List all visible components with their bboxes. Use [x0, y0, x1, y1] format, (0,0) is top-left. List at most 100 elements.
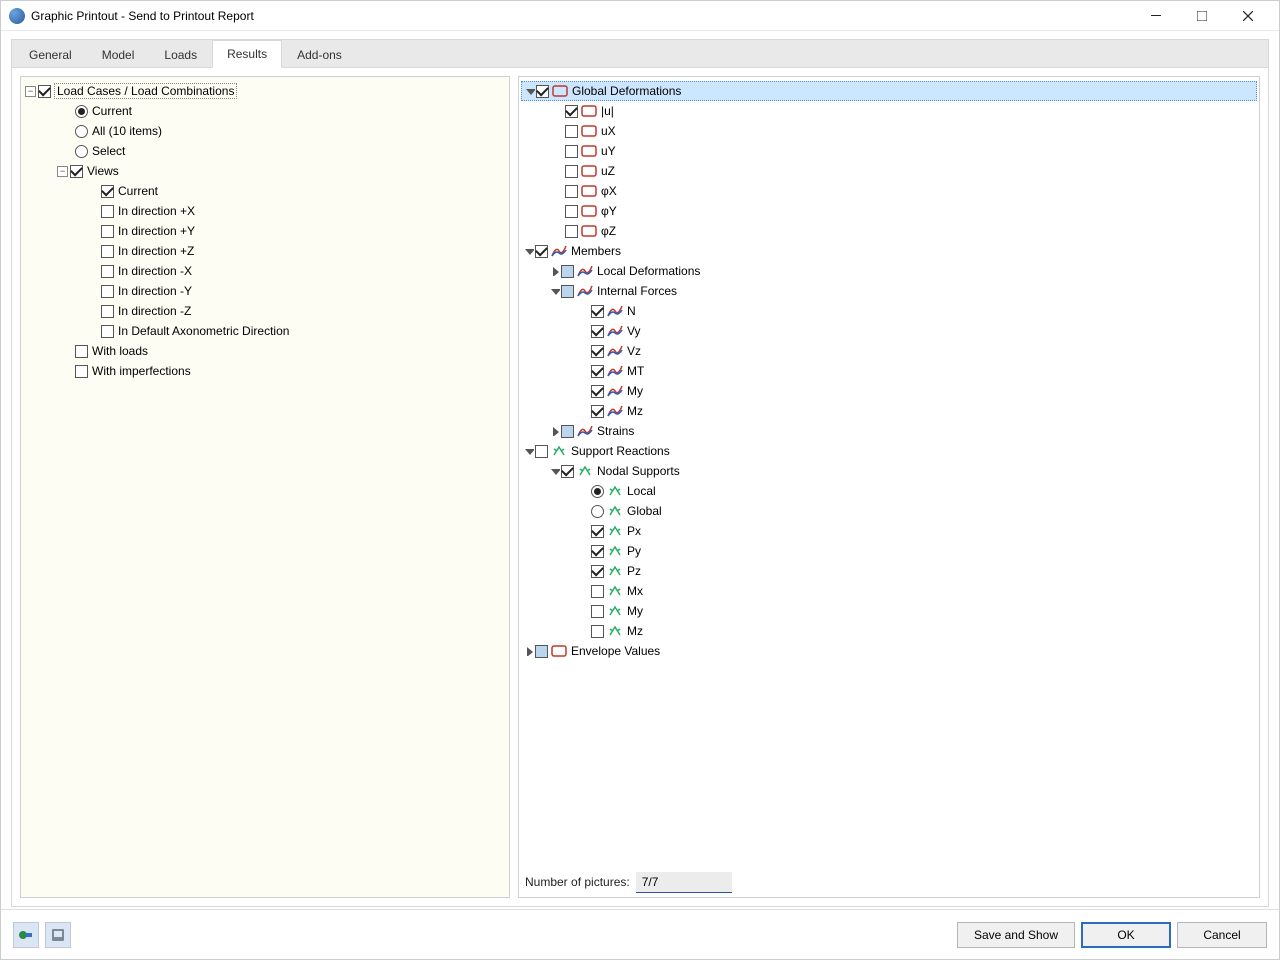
- check-with-imperf[interactable]: With imperfections: [23, 361, 507, 381]
- checkbox[interactable]: [535, 645, 548, 658]
- check-uy[interactable]: uY: [521, 141, 1257, 161]
- check-my[interactable]: My: [521, 381, 1257, 401]
- node-internal-forces[interactable]: Internal Forces: [521, 281, 1257, 301]
- chevron-down-icon[interactable]: [549, 465, 561, 477]
- minimize-button[interactable]: [1133, 1, 1179, 31]
- radio-global[interactable]: Global: [521, 501, 1257, 521]
- checkbox[interactable]: [75, 345, 88, 358]
- check-phiy[interactable]: φY: [521, 201, 1257, 221]
- checkbox[interactable]: [565, 225, 578, 238]
- node-envelope-values[interactable]: Envelope Values: [521, 641, 1257, 661]
- cancel-button[interactable]: Cancel: [1177, 922, 1267, 948]
- checkbox[interactable]: [591, 605, 604, 618]
- radio[interactable]: [75, 125, 88, 138]
- checkbox[interactable]: [565, 105, 578, 118]
- checkbox[interactable]: [101, 245, 114, 258]
- check-mz[interactable]: Mz: [521, 401, 1257, 421]
- tab-addons[interactable]: Add-ons: [282, 41, 357, 68]
- check-view-mz[interactable]: In direction -Z: [23, 301, 507, 321]
- checkbox[interactable]: [591, 385, 604, 398]
- checkbox[interactable]: [561, 265, 574, 278]
- tab-model[interactable]: Model: [87, 41, 150, 68]
- ok-button[interactable]: OK: [1081, 922, 1171, 948]
- tab-loads[interactable]: Loads: [149, 41, 212, 68]
- check-view-px[interactable]: In direction +X: [23, 201, 507, 221]
- checkbox[interactable]: [101, 325, 114, 338]
- checkbox[interactable]: [536, 85, 549, 98]
- checkbox[interactable]: [565, 205, 578, 218]
- check-view-mx[interactable]: In direction -X: [23, 261, 507, 281]
- chevron-down-icon[interactable]: [524, 85, 536, 97]
- check-view-py[interactable]: In direction +Y: [23, 221, 507, 241]
- check-n[interactable]: N: [521, 301, 1257, 321]
- check-py[interactable]: Py: [521, 541, 1257, 561]
- checkbox[interactable]: [38, 85, 51, 98]
- checkbox[interactable]: [561, 285, 574, 298]
- node-load-cases[interactable]: − Load Cases / Load Combinations: [23, 81, 507, 101]
- check-with-loads[interactable]: With loads: [23, 341, 507, 361]
- checkbox[interactable]: [591, 345, 604, 358]
- checkbox[interactable]: [591, 625, 604, 638]
- num-pictures-value[interactable]: 7/7: [636, 872, 732, 893]
- chevron-down-icon[interactable]: [523, 245, 535, 257]
- checkbox[interactable]: [591, 365, 604, 378]
- tab-general[interactable]: General: [14, 41, 87, 68]
- check-px[interactable]: Px: [521, 521, 1257, 541]
- checkbox[interactable]: [75, 365, 88, 378]
- radio[interactable]: [591, 485, 604, 498]
- check-vy[interactable]: Vy: [521, 321, 1257, 341]
- checkbox[interactable]: [561, 465, 574, 478]
- collapse-icon[interactable]: −: [57, 166, 68, 177]
- maximize-button[interactable]: [1179, 1, 1225, 31]
- checkbox[interactable]: [565, 185, 578, 198]
- checkbox[interactable]: [101, 225, 114, 238]
- toolbar-icon-1[interactable]: [13, 922, 39, 948]
- checkbox[interactable]: [591, 585, 604, 598]
- node-members[interactable]: Members: [521, 241, 1257, 261]
- collapse-icon[interactable]: −: [25, 86, 36, 97]
- check-uz[interactable]: uZ: [521, 161, 1257, 181]
- check-u[interactable]: |u|: [521, 101, 1257, 121]
- check-view-axo[interactable]: In Default Axonometric Direction: [23, 321, 507, 341]
- check-view-my[interactable]: In direction -Y: [23, 281, 507, 301]
- checkbox[interactable]: [70, 165, 83, 178]
- node-support-reactions[interactable]: Support Reactions: [521, 441, 1257, 461]
- checkbox[interactable]: [535, 445, 548, 458]
- check-view-pz[interactable]: In direction +Z: [23, 241, 507, 261]
- checkbox[interactable]: [591, 325, 604, 338]
- radio[interactable]: [591, 505, 604, 518]
- check-phiz[interactable]: φZ: [521, 221, 1257, 241]
- node-nodal-supports[interactable]: Nodal Supports: [521, 461, 1257, 481]
- check-myy[interactable]: My: [521, 601, 1257, 621]
- checkbox[interactable]: [101, 305, 114, 318]
- chevron-down-icon[interactable]: [549, 285, 561, 297]
- node-strains[interactable]: Strains: [521, 421, 1257, 441]
- checkbox[interactable]: [561, 425, 574, 438]
- check-mzz[interactable]: Mz: [521, 621, 1257, 641]
- radio-all[interactable]: All (10 items): [23, 121, 507, 141]
- checkbox[interactable]: [591, 305, 604, 318]
- close-button[interactable]: [1225, 1, 1271, 31]
- radio[interactable]: [75, 145, 88, 158]
- radio-local[interactable]: Local: [521, 481, 1257, 501]
- check-ux[interactable]: uX: [521, 121, 1257, 141]
- tab-results[interactable]: Results: [212, 40, 282, 68]
- checkbox[interactable]: [591, 545, 604, 558]
- checkbox[interactable]: [591, 565, 604, 578]
- radio-select[interactable]: Select: [23, 141, 507, 161]
- check-view-current[interactable]: Current: [23, 181, 507, 201]
- check-vz[interactable]: Vz: [521, 341, 1257, 361]
- check-mx[interactable]: Mx: [521, 581, 1257, 601]
- node-local-deformations[interactable]: Local Deformations: [521, 261, 1257, 281]
- checkbox[interactable]: [591, 525, 604, 538]
- checkbox[interactable]: [101, 265, 114, 278]
- radio-current[interactable]: Current: [23, 101, 507, 121]
- check-pz[interactable]: Pz: [521, 561, 1257, 581]
- checkbox[interactable]: [101, 285, 114, 298]
- chevron-right-icon[interactable]: [549, 425, 561, 437]
- checkbox[interactable]: [565, 165, 578, 178]
- checkbox[interactable]: [565, 145, 578, 158]
- save-and-show-button[interactable]: Save and Show: [957, 922, 1075, 948]
- checkbox[interactable]: [535, 245, 548, 258]
- checkbox[interactable]: [591, 405, 604, 418]
